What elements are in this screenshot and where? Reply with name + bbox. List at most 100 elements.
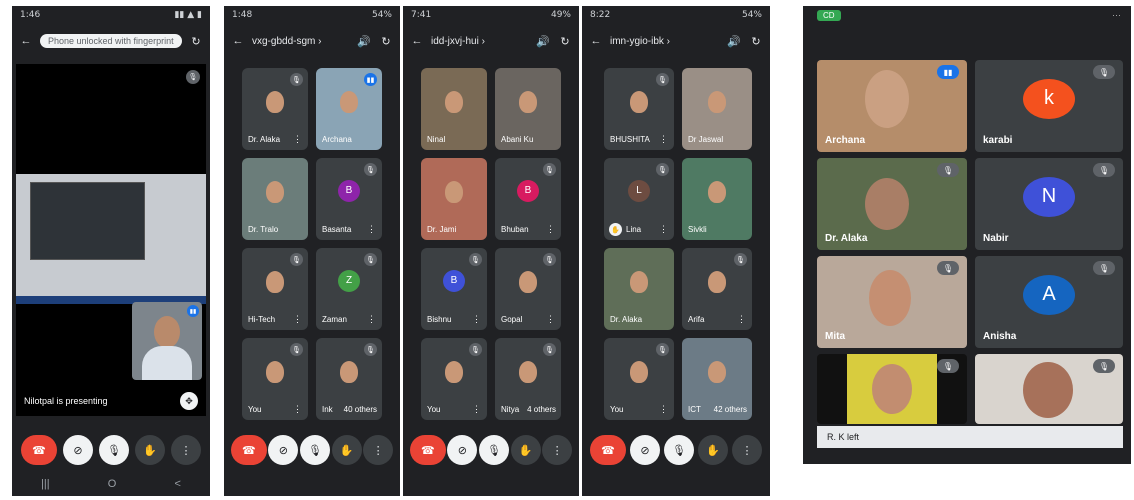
self-tile[interactable]: 🎙 You ⋮ <box>421 338 487 420</box>
camera-off-button[interactable]: ⊘ <box>630 435 660 465</box>
more-icon[interactable]: ⋮ <box>472 314 481 325</box>
speaker-icon[interactable]: 🔊 <box>356 33 372 49</box>
participant-photo <box>519 91 537 114</box>
search-input[interactable]: Phone unlocked with fingerprint <box>40 34 182 48</box>
more-icon[interactable]: ⋮ <box>367 224 376 235</box>
recents-button[interactable]: ||| <box>41 478 50 490</box>
hang-up-button[interactable]: ☎ <box>590 435 626 465</box>
others-count: 42 others <box>713 405 747 414</box>
participant-tile[interactable]: B 🎙 Basanta ⋮ <box>316 158 382 240</box>
more-icon[interactable]: ⋮ <box>546 314 555 325</box>
more-icon[interactable]: ⋮ <box>293 404 302 415</box>
speaker-icon[interactable]: 🔊 <box>726 33 742 49</box>
participant-tile[interactable]: 🎙 <box>817 354 967 424</box>
participant-tile[interactable]: 🎙 Hi-Tech ⋮ <box>242 248 308 330</box>
meeting-code[interactable]: vxg-gbdd-sgm › <box>252 36 350 47</box>
meeting-top-bar: ← idd-jxvj-hui › 🔊 ↻ <box>403 28 579 54</box>
more-icon[interactable]: ⋮ <box>659 404 668 415</box>
participant-tile[interactable]: N 🎙 Nabir <box>975 158 1123 250</box>
hang-up-button[interactable]: ☎ <box>409 435 446 465</box>
participant-tile[interactable]: Dr. Jami <box>421 158 487 240</box>
self-tile[interactable]: 🎙 You ⋮ <box>242 338 308 420</box>
switch-camera-icon[interactable]: ↻ <box>557 33 573 49</box>
participant-tile[interactable]: Ninal <box>421 68 487 150</box>
back-arrow-icon[interactable]: ← <box>588 33 604 49</box>
participant-tile[interactable]: Dr. Tralo <box>242 158 308 240</box>
participant-photo <box>865 178 909 230</box>
home-button[interactable]: O <box>108 478 117 490</box>
participant-tile[interactable]: Z 🎙 Zaman ⋮ <box>316 248 382 330</box>
more-icon[interactable]: ⋮ <box>472 404 481 415</box>
participant-tile[interactable]: 🎙 Mita <box>817 256 967 348</box>
participant-tile[interactable]: L 🎙 Lina ✋ ⋮ <box>604 158 674 240</box>
participant-tile[interactable]: 🎙 Dr. Alaka ⋮ <box>242 68 308 150</box>
back-arrow-icon[interactable]: ← <box>18 33 34 49</box>
raise-hand-button[interactable]: ✋ <box>331 435 362 465</box>
participant-tile[interactable]: B 🎙 Bhuban ⋮ <box>495 158 561 240</box>
more-options-button[interactable]: ⋮ <box>542 435 573 465</box>
raise-hand-button[interactable]: ✋ <box>510 435 541 465</box>
participant-name: BHUSHITA <box>610 135 650 144</box>
participant-name: Nabir <box>983 233 1009 244</box>
speaker-icon[interactable]: 🔊 <box>535 33 551 49</box>
participant-tile[interactable]: ▮▮ Archana <box>316 68 382 150</box>
call-controls: ☎ ⊘ 🎙 ✋ ⋮ <box>224 430 400 470</box>
participant-tile[interactable]: 🎙 BHUSHITA ⋮ <box>604 68 674 150</box>
mic-off-button[interactable]: 🎙 <box>299 435 330 465</box>
switch-camera-icon[interactable]: ↻ <box>748 33 764 49</box>
back-button[interactable]: < <box>174 478 180 490</box>
more-options-button[interactable]: ⋮ <box>171 435 201 465</box>
meeting-code[interactable]: idd-jxvj-hui › <box>431 36 529 47</box>
self-tile[interactable]: 🎙 You ⋮ <box>604 338 674 420</box>
more-icon[interactable]: ⋮ <box>293 314 302 325</box>
participant-tile[interactable]: Dr Jaswal <box>682 68 752 150</box>
switch-camera-icon[interactable]: ↻ <box>378 33 394 49</box>
camera-off-button[interactable]: ⊘ <box>268 435 299 465</box>
participant-tile[interactable]: Sivkli <box>682 158 752 240</box>
others-tile[interactable]: 🎙 Ink 40 others <box>316 338 382 420</box>
more-icon[interactable]: ⋯ <box>1112 10 1121 21</box>
shared-screen <box>16 174 206 304</box>
others-tile[interactable]: 🎙 Nitya 4 others <box>495 338 561 420</box>
participant-tile[interactable]: ▮▮ Archana <box>817 60 967 152</box>
more-options-button[interactable]: ⋮ <box>363 435 394 465</box>
more-icon[interactable]: ⋮ <box>659 224 668 235</box>
raise-hand-button[interactable]: ✋ <box>698 435 728 465</box>
status-battery: 54% <box>741 10 762 20</box>
mic-off-button[interactable]: 🎙 <box>478 435 509 465</box>
participant-avatar: A <box>1023 274 1075 315</box>
more-icon[interactable]: ⋮ <box>367 314 376 325</box>
more-icon[interactable]: ⋮ <box>659 134 668 145</box>
participant-tile[interactable]: B 🎙 Bishnu ⋮ <box>421 248 487 330</box>
raise-hand-button[interactable]: ✋ <box>135 435 165 465</box>
camera-off-button[interactable]: ⊘ <box>447 435 478 465</box>
participant-tile[interactable]: k 🎙 karabi <box>975 60 1123 152</box>
participant-tile[interactable]: 🎙 Dr. Alaka <box>817 158 967 250</box>
participant-photo <box>869 270 911 326</box>
participant-tile[interactable]: 🎙 <box>975 354 1123 424</box>
self-photo <box>266 361 284 384</box>
participant-tile[interactable]: 🎙 Gopal ⋮ <box>495 248 561 330</box>
participant-tile[interactable]: 🎙 Arifa ⋮ <box>682 248 752 330</box>
more-icon[interactable]: ⋮ <box>737 314 746 325</box>
others-tile[interactable]: ICT 42 others <box>682 338 752 420</box>
mic-muted-icon: 🎙 <box>364 343 377 356</box>
mic-off-button[interactable]: 🎙 <box>664 435 694 465</box>
fullscreen-icon[interactable]: ✥ <box>180 392 198 410</box>
hang-up-button[interactable]: ☎ <box>230 435 267 465</box>
more-options-button[interactable]: ⋮ <box>732 435 762 465</box>
hang-up-button[interactable]: ☎ <box>21 435 57 465</box>
more-icon[interactable]: ⋮ <box>293 134 302 145</box>
participant-name: Mita <box>825 331 845 342</box>
back-arrow-icon[interactable]: ← <box>230 33 246 49</box>
participant-tile[interactable]: Abani Ku <box>495 68 561 150</box>
meeting-code[interactable]: imn-ygio-ibk › <box>610 36 720 47</box>
more-icon[interactable]: ⋮ <box>546 224 555 235</box>
back-arrow-icon[interactable]: ← <box>409 33 425 49</box>
camera-off-button[interactable]: ⊘ <box>63 435 93 465</box>
switch-camera-icon[interactable]: ↻ <box>188 33 204 49</box>
participant-tile[interactable]: A 🎙 Anisha <box>975 256 1123 348</box>
participant-tile[interactable]: Dr. Alaka <box>604 248 674 330</box>
mic-off-button[interactable]: 🎙 <box>99 435 129 465</box>
participant-avatar: Z <box>338 269 360 292</box>
